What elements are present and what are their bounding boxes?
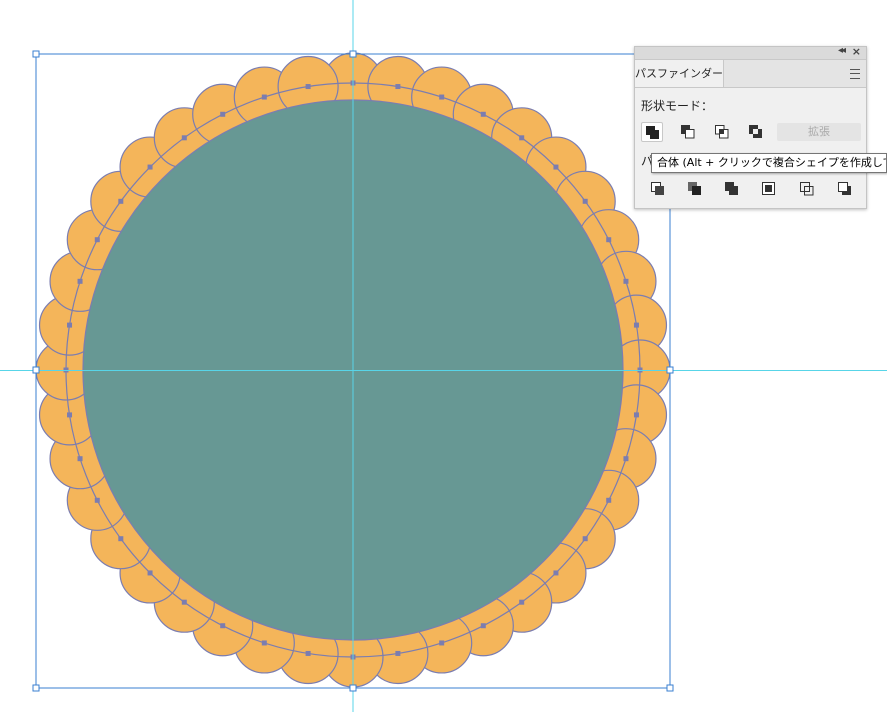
minus-back-icon	[838, 182, 851, 195]
expand-button[interactable]: 拡張	[777, 123, 861, 141]
scallop-center-point	[553, 164, 559, 170]
unite-tooltip: 合体 (Alt + クリックで複合シェイプを作成して追加	[651, 153, 887, 173]
divide-button[interactable]	[647, 179, 669, 199]
selection-handle[interactable]	[666, 684, 674, 692]
scallop-center-point	[261, 640, 267, 646]
crop-button[interactable]	[758, 179, 780, 199]
scallop-center-point	[181, 599, 187, 605]
panel-titlebar[interactable]: ◂◂ ×	[635, 45, 866, 60]
exclude-icon	[749, 125, 762, 138]
selection-handle[interactable]	[32, 50, 40, 58]
scallop-center-point	[181, 135, 187, 141]
outline-icon	[800, 182, 814, 196]
scallop-center-point	[118, 536, 124, 542]
selection-handle[interactable]	[32, 366, 40, 374]
scallop-center-point	[439, 94, 445, 100]
merge-icon	[725, 182, 738, 195]
shape-modes-label: 形状モード：	[641, 99, 714, 113]
panel-menu-icon[interactable]	[850, 69, 860, 79]
merge-button[interactable]	[721, 179, 743, 199]
minus-front-icon	[681, 125, 695, 139]
scallop-center-point	[519, 599, 525, 605]
scallop-center-point	[118, 198, 124, 204]
scallop-center-point	[633, 412, 639, 418]
scallop-center-point	[582, 536, 588, 542]
scallop-center-point	[606, 237, 612, 243]
scallop-center-point	[147, 164, 153, 170]
scallop-center-point	[305, 650, 311, 656]
scallop-center-point	[261, 94, 267, 100]
scallop-center-point	[305, 84, 311, 90]
selection-handle[interactable]	[349, 50, 357, 58]
scallop-center-point	[623, 278, 629, 284]
pathfinder-panel: ◂◂ × パスファインダー 形状モード： 拡張 パ	[634, 45, 867, 209]
intersect-icon	[715, 125, 729, 139]
scallop-center-point	[582, 198, 588, 204]
scallop-center-point	[519, 135, 525, 141]
scallop-center-point	[220, 623, 226, 629]
scallop-center-point	[395, 650, 401, 656]
scallop-center-point	[77, 456, 83, 462]
scallop-center-point	[77, 278, 83, 284]
trim-icon	[688, 182, 701, 195]
close-icon[interactable]: ×	[852, 45, 861, 58]
tab-pathfinder[interactable]: パスファインダー	[635, 60, 724, 87]
exclude-button[interactable]	[745, 122, 767, 142]
unite-icon	[646, 126, 659, 139]
unite-button[interactable]	[641, 122, 663, 142]
scallop-center-point	[67, 412, 73, 418]
scallop-center-point	[94, 237, 100, 243]
scallop-center-point	[220, 111, 226, 117]
crop-icon	[762, 182, 775, 195]
selection-handle[interactable]	[349, 684, 357, 692]
divide-icon	[651, 182, 664, 195]
collapse-icon[interactable]: ◂◂	[838, 45, 846, 56]
scallop-center-point	[606, 497, 612, 503]
scallop-center-point	[623, 456, 629, 462]
minus-back-button[interactable]	[834, 179, 856, 199]
scallop-center-point	[480, 623, 486, 629]
scallop-center-point	[633, 322, 639, 328]
scallop-center-point	[94, 497, 100, 503]
minus-front-button[interactable]	[677, 122, 699, 142]
scallop-center-point	[553, 570, 559, 576]
trim-button[interactable]	[684, 179, 706, 199]
selection-handle[interactable]	[666, 366, 674, 374]
scallop-center-point	[147, 570, 153, 576]
outline-button[interactable]	[796, 179, 818, 199]
scallop-center-point	[480, 111, 486, 117]
panel-tab-row: パスファインダー	[635, 60, 866, 88]
scallop-center-point	[67, 322, 73, 328]
intersect-button[interactable]	[711, 122, 733, 142]
selection-handle[interactable]	[32, 684, 40, 692]
scallop-center-point	[439, 640, 445, 646]
scallop-center-point	[395, 84, 401, 90]
